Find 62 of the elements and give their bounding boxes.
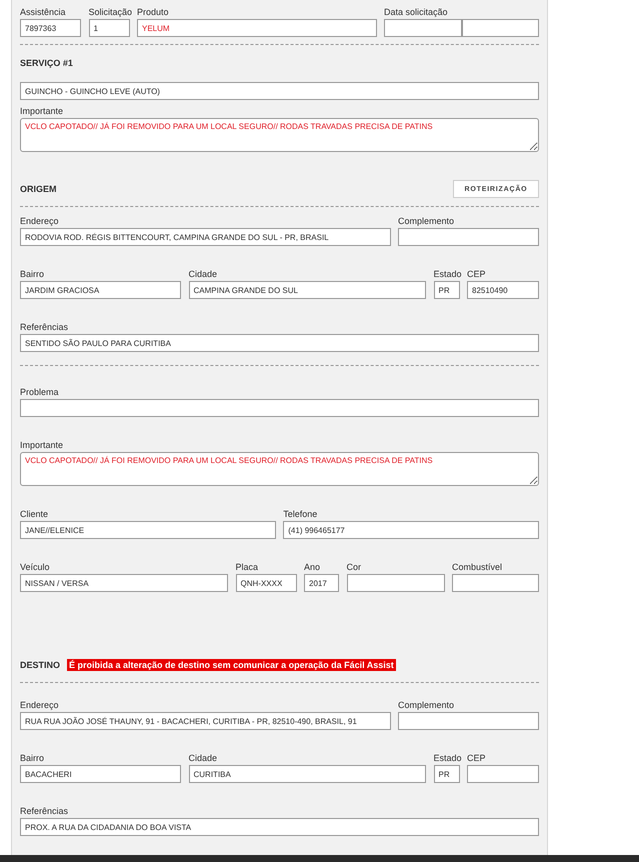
input-field[interactable]: RUA RUA JOÃO JOSÉ THAUNY, 91 - BACACHERI, CURITIBA - PR, 82510-490, BRASIL, 91 <box>20 712 390 730</box>
field-label: CEP <box>467 268 487 281</box>
input-field[interactable] <box>452 574 539 592</box>
date-field[interactable] <box>384 19 462 37</box>
field-label: Estado <box>434 268 460 281</box>
field-label: Assistência <box>20 6 67 19</box>
input-field[interactable]: 82510490 <box>467 281 539 299</box>
field-label: Bairro <box>20 268 46 281</box>
field-label: Complemento <box>398 699 456 712</box>
field-label: Data solicitação <box>384 6 449 19</box>
field-label: Placa <box>236 561 260 574</box>
field-label: Solicitação <box>88 6 130 19</box>
input-field[interactable]: BACACHERI <box>20 765 181 783</box>
field-label: Problema <box>20 386 60 399</box>
input-field[interactable]: JARDIM GRACIOSA <box>20 281 181 299</box>
field-label: Referências <box>20 321 70 334</box>
input-field[interactable]: CAMPINA GRANDE DO SUL <box>188 281 426 299</box>
section-title: DESTINO <box>20 660 60 670</box>
field-label: Cidade <box>188 752 218 765</box>
input-field[interactable]: YELUM <box>137 19 376 37</box>
input-field[interactable]: NISSAN / VERSA <box>20 574 228 592</box>
input-field[interactable]: 2017 <box>304 574 339 592</box>
input-field[interactable]: PROX. A RUA DA CIDADANIA DO BOA VISTA <box>20 818 539 836</box>
input-field[interactable] <box>398 228 539 246</box>
field-label: Referências <box>20 805 70 818</box>
input-field[interactable]: 1 <box>88 19 130 37</box>
field-label: Telefone <box>283 508 318 521</box>
field-label: Produto <box>137 6 170 19</box>
input-field[interactable]: PR <box>434 281 460 299</box>
field-label: Cidade <box>188 268 218 281</box>
input-field[interactable]: RODOVIA ROD. RÉGIS BITTENCOURT, CAMPINA GRANDE DO SUL - PR, BRASIL <box>20 228 390 246</box>
input-field[interactable]: PR <box>434 765 460 783</box>
field-label: Endereço <box>20 699 60 712</box>
field-label: Complemento <box>398 215 456 228</box>
time-field[interactable] <box>462 19 539 37</box>
input-field[interactable]: 7897363 <box>20 19 81 37</box>
input-field[interactable]: JANE//ELENICE <box>20 521 276 539</box>
input-field[interactable] <box>467 765 539 783</box>
notes-field[interactable]: VCLO CAPOTADO// JÁ FOI REMOVIDO PARA UM LOCAL SEGURO// RODAS TRAVADAS PRECISA DE PATINS <box>20 118 539 152</box>
input-field[interactable]: CURITIBA <box>188 765 426 783</box>
field-label: Cliente <box>20 508 50 521</box>
field-label: Endereço <box>20 215 60 228</box>
field-label: Importante <box>20 105 64 118</box>
field-label: CEP <box>467 752 487 765</box>
field-label: Bairro <box>20 752 46 765</box>
notes-field[interactable]: VCLO CAPOTADO// JÁ FOI REMOVIDO PARA UM LOCAL SEGURO// RODAS TRAVADAS PRECISA DE PATINS <box>20 452 539 486</box>
section-title: SERVIÇO #1 <box>20 58 73 68</box>
input-field[interactable]: QNH-XXXX <box>236 574 296 592</box>
field-label: Ano <box>304 561 322 574</box>
input-field[interactable] <box>20 399 539 417</box>
field-label: Estado <box>434 752 460 765</box>
input-field[interactable] <box>398 712 539 730</box>
input-field[interactable]: GUINCHO - GUINCHO LEVE (AUTO) <box>20 82 539 100</box>
input-field[interactable]: (41) 996465177 <box>283 521 539 539</box>
field-label: Veículo <box>20 561 51 574</box>
input-field[interactable]: SENTIDO SÃO PAULO PARA CURITIBA <box>20 334 539 352</box>
warning-notice: É proibida a alteração de destino sem comunicar a operação da Fácil Assist <box>67 659 396 671</box>
field-label: Importante <box>20 439 64 452</box>
field-label: Cor <box>346 561 362 574</box>
section-title: ORIGEM <box>20 184 57 194</box>
field-label: Combustível <box>452 561 504 574</box>
input-field[interactable] <box>346 574 444 592</box>
